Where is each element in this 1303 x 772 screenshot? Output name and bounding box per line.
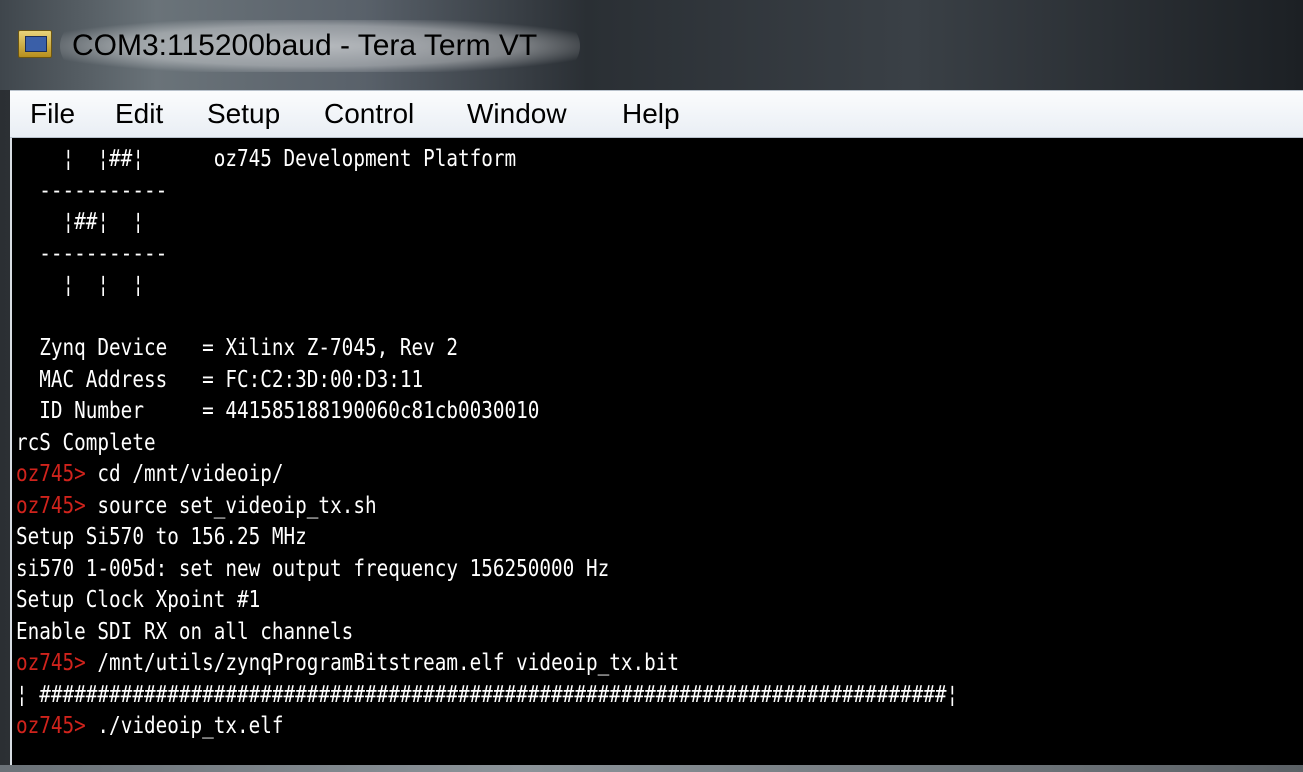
terminal-line: ¦ ¦##¦ oz745 Development Platform [16,144,958,176]
command-text: /mnt/utils/zynqProgramBitstream.elf vide… [85,650,680,676]
progress-bar-text: ¦ ######################################… [16,681,959,708]
line-text: ¦ ¦##¦ oz745 Development Platform [16,146,517,172]
terminal-line: Enable SDI RX on all channels [16,617,958,649]
menu-window[interactable]: Window [467,97,567,131]
line-text: Setup Clock Xpoint #1 [16,587,261,613]
terminal-line: ----------- [16,239,958,271]
line-text: ¦##¦ ¦ [16,209,144,235]
line-text: ID Number = 441585188190060c81cb0030010 [16,398,540,424]
terminal-output: ¦ ¦##¦ oz745 Development Platform ------… [16,144,1138,743]
tera-term-window: COM3:115200baud - Tera Term VT File Edit… [0,0,1303,772]
terminal-line: ¦##¦ ¦ [16,207,958,239]
shell-prompt: oz745> [16,461,86,487]
menu-file[interactable]: File [30,97,75,131]
line-text: si570 1-005d: set new output frequency 1… [16,555,610,582]
menu-bar: File Edit Setup Control Window Help [10,90,1303,138]
window-title: COM3:115200baud - Tera Term VT [72,29,538,62]
shell-prompt: oz745> [16,492,86,519]
terminal-line: ¦ ¦ ¦ [16,270,958,302]
terminal-line: oz745> cd /mnt/videoip/ [16,459,958,491]
command-text: ./videoip_tx.elf [85,713,284,739]
menu-edit[interactable]: Edit [115,97,163,131]
window-bottom-edge [0,765,1303,772]
menu-help[interactable]: Help [622,97,680,131]
title-bar[interactable]: COM3:115200baud - Tera Term VT [0,0,1303,90]
terminal-line: ¦ ######################################… [16,680,958,712]
terminal-line: ----------- [16,176,958,208]
terminal-line: Setup Clock Xpoint #1 [16,585,958,617]
tera-term-app-icon[interactable] [18,30,52,58]
shell-prompt: oz745> [16,650,86,676]
line-text: Enable SDI RX on all channels [16,618,354,645]
terminal-line: Setup Si570 to 156.25 MHz [16,522,958,554]
terminal-screen[interactable]: ¦ ¦##¦ oz745 Development Platform ------… [10,138,1303,765]
terminal-line: oz745> source set_videoip_tx.sh [16,491,958,523]
terminal-line: ID Number = 441585188190060c81cb0030010 [16,396,958,428]
shell-prompt: oz745> [16,713,86,739]
menu-control[interactable]: Control [324,97,414,131]
terminal-line: Zynq Device = Xilinx Z-7045, Rev 2 [16,333,958,365]
line-text: ----------- [16,177,168,204]
line-text: ----------- [16,240,168,267]
line-text: MAC Address = FC:C2:3D:00:D3:11 [16,366,424,393]
terminal-line: rcS Complete [16,428,958,460]
line-text: Zynq Device = Xilinx Z-7045, Rev 2 [16,335,459,361]
terminal-line: si570 1-005d: set new output frequency 1… [16,554,958,586]
terminal-line: MAC Address = FC:C2:3D:00:D3:11 [16,365,958,397]
terminal-line: oz745> ./videoip_tx.elf [16,711,958,743]
line-text: Setup Si570 to 156.25 MHz [16,524,307,550]
command-text: source set_videoip_tx.sh [85,492,377,519]
terminal-line: oz745> /mnt/utils/zynqProgramBitstream.e… [16,648,958,680]
line-text: rcS Complete [16,429,156,456]
menu-setup[interactable]: Setup [207,97,280,131]
command-text: cd /mnt/videoip/ [85,461,284,487]
line-text: ¦ ¦ ¦ [16,272,144,298]
